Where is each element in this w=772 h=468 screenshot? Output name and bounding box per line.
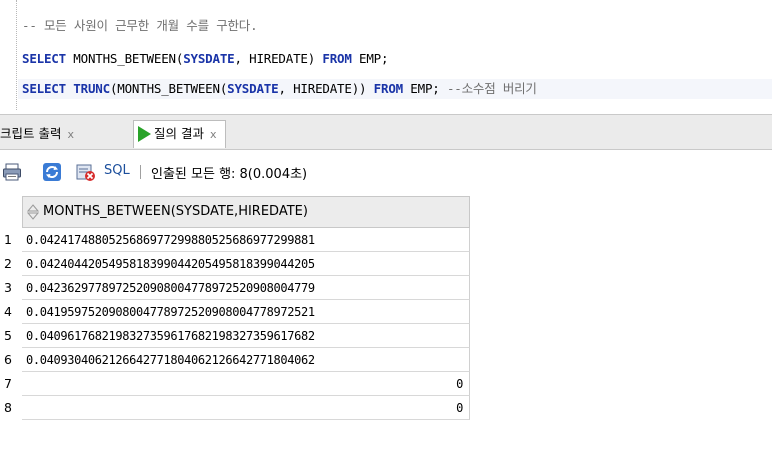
sql-comment: -- 모든 사원이 근무한 개월 수를 구한다.	[22, 18, 258, 33]
cell-value: 0.04241748805256869772998805256869772998…	[26, 233, 315, 247]
sql-text: EMP;	[351, 51, 389, 66]
table-row[interactable]: 2 0.0424044205495818399044205495818399044…	[0, 252, 470, 276]
sql-keyword: SELECT	[22, 81, 66, 96]
table-row[interactable]: 3 0.0423629778972520908004778972520908004…	[0, 276, 470, 300]
row-number[interactable]: 6	[0, 348, 22, 372]
cell-value: 0.04240442054958183990442054958183990442…	[26, 257, 315, 271]
sql-comment: --소수점 버리기	[446, 81, 537, 96]
fetch-status-text: 인출된 모든 행: 8(0.004초)	[151, 167, 308, 182]
tab-query-result-close-icon[interactable]: x	[210, 128, 217, 141]
row-number[interactable]: 5	[0, 324, 22, 348]
cell-value: 0.04236297789725209080047789725209080047…	[26, 281, 315, 295]
sql-text: EMP;	[402, 81, 447, 96]
sql-text: (MONTHS_BETWEEN(	[109, 81, 228, 96]
run-icon	[138, 126, 151, 142]
table-row[interactable]: 5 0.0409617682198327359617682198327359617…	[0, 324, 470, 348]
refresh-icon[interactable]	[42, 162, 62, 182]
sql-editor[interactable]: -- 모든 사원이 근무한 개월 수를 구한다. SELECT MONTHS_B…	[0, 0, 772, 110]
tab-script-output[interactable]: 크립트 출력 x	[0, 121, 74, 147]
row-number[interactable]: 7	[0, 372, 22, 396]
table-cell[interactable]: 0	[22, 396, 470, 420]
sql-keyword: TRUNC	[73, 81, 110, 96]
tab-query-result-label: 질의 결과	[154, 126, 204, 141]
output-tab-bar: 크립트 출력 x 질의 결과 x	[0, 114, 772, 150]
table-cell[interactable]: 0.04195975209080047789725209080047789725…	[22, 300, 470, 324]
sql-keyword: SELECT	[22, 51, 66, 66]
row-number[interactable]: 3	[0, 276, 22, 300]
sql-text: MONTHS_BETWEEN(	[65, 51, 184, 66]
tab-script-output-close-icon[interactable]: x	[67, 128, 74, 141]
tab-query-result[interactable]: 질의 결과 x	[133, 120, 226, 148]
table-row[interactable]: 4 0.0419597520908004778972520908004778972…	[0, 300, 470, 324]
result-grid[interactable]: MONTHS_BETWEEN(SYSDATE,HIREDATE) 1 0.0424…	[0, 196, 772, 468]
table-cell[interactable]: 0.04241748805256869772998805256869772998…	[22, 228, 470, 252]
cancel-query-icon[interactable]	[76, 162, 96, 182]
cell-value: 0	[456, 401, 463, 415]
sql-keyword: FROM	[322, 51, 352, 66]
cell-value: 0	[456, 377, 463, 391]
table-cell[interactable]: 0.04093040621266427718040621266427718040…	[22, 348, 470, 372]
sort-icon[interactable]	[27, 204, 39, 220]
code-line-select-trunc[interactable]: SELECT TRUNC(MONTHS_BETWEEN(SYSDATE, HIR…	[18, 79, 772, 99]
table-row[interactable]: 80	[0, 396, 470, 420]
table-row[interactable]: 1 0.0424174880525686977299880525686977299…	[0, 228, 470, 252]
code-line-select-months-between[interactable]: SELECT MONTHS_BETWEEN(SYSDATE, HIREDATE)…	[22, 49, 389, 69]
table-cell[interactable]: 0	[22, 372, 470, 396]
sql-text: , HIREDATE)	[234, 51, 323, 66]
sql-keyword: SYSDATE	[227, 81, 279, 96]
editor-indent-guide	[16, 0, 17, 110]
tab-script-output-label: 크립트 출력	[0, 126, 62, 141]
cell-value: 0.04096176821983273596176821983273596176…	[26, 329, 315, 343]
sql-keyword: SYSDATE	[183, 51, 235, 66]
row-number[interactable]: 4	[0, 300, 22, 324]
table-cell[interactable]: 0.04236297789725209080047789725209080047…	[22, 276, 470, 300]
cell-value: 0.04093040621266427718040621266427718040…	[26, 353, 315, 367]
sql-keyword: FROM	[373, 81, 404, 96]
row-number[interactable]: 2	[0, 252, 22, 276]
table-row[interactable]: 70	[0, 372, 470, 396]
cell-value: 0.04195975209080047789725209080047789725…	[26, 305, 315, 319]
table-cell[interactable]: 0.04096176821983273596176821983273596176…	[22, 324, 470, 348]
toolbar-divider	[140, 165, 141, 179]
sql-button[interactable]: SQL	[104, 163, 130, 178]
code-line-comment[interactable]: -- 모든 사원이 근무한 개월 수를 구한다.	[22, 16, 258, 36]
column-header[interactable]: MONTHS_BETWEEN(SYSDATE,HIREDATE)	[22, 196, 470, 228]
row-number[interactable]: 1	[0, 228, 22, 252]
row-number[interactable]: 8	[0, 396, 22, 420]
print-icon[interactable]	[2, 162, 22, 182]
sql-text: , HIREDATE))	[278, 81, 374, 96]
result-toolbar: SQL 인출된 모든 행: 8(0.004초)	[0, 156, 772, 190]
column-header-label: MONTHS_BETWEEN(SYSDATE,HIREDATE)	[43, 204, 308, 219]
table-row[interactable]: 6 0.0409304062126642771804062126642771804…	[0, 348, 470, 372]
table-cell[interactable]: 0.04240442054958183990442054958183990442…	[22, 252, 470, 276]
